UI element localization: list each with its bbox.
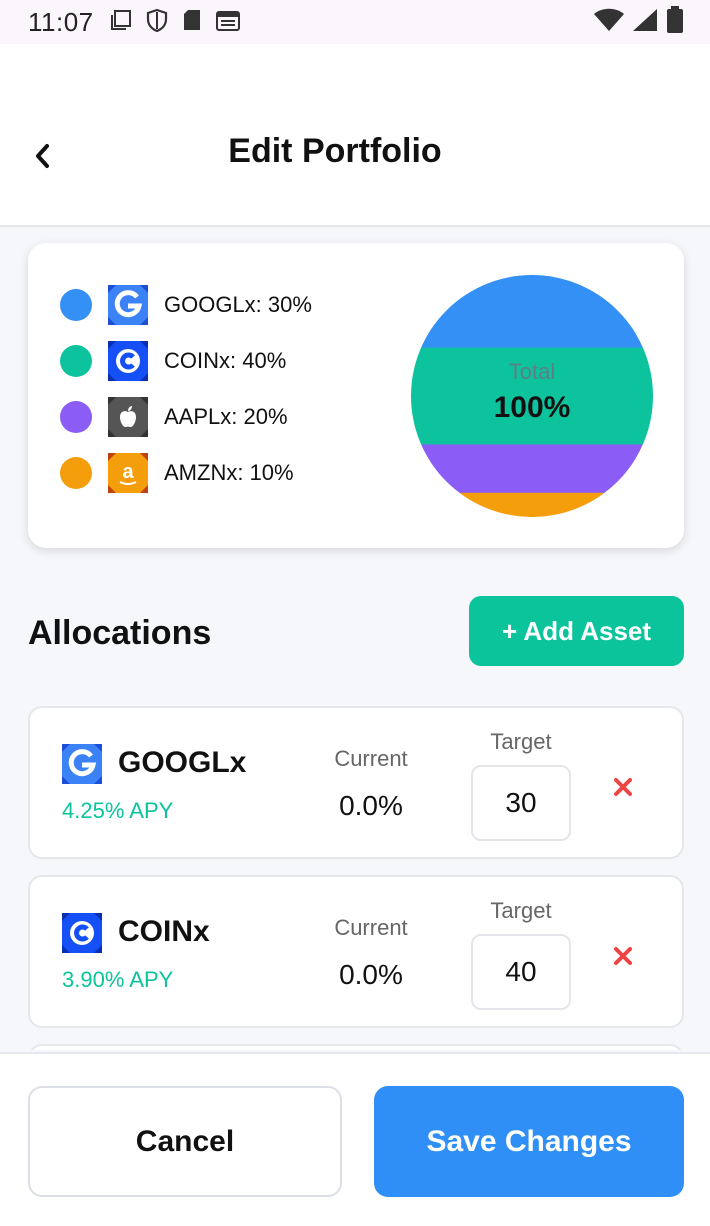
legend-dot: [60, 457, 92, 489]
screen-icon: [110, 9, 132, 36]
legend-dot: [60, 401, 92, 433]
asset-card-googlx: GOOGLx 4.25% APY Current 0.0% Target: [28, 706, 684, 859]
legend-item-googlx: GOOGLx: 30%: [60, 285, 312, 325]
page-title: Edit Portfolio: [228, 132, 442, 170]
signal-icon: [632, 8, 658, 37]
google-g-icon: [62, 744, 102, 784]
asset-card-partial: [28, 1044, 684, 1050]
allocation-pie-chart: Total 100%: [411, 275, 653, 517]
shield-icon: [146, 8, 168, 37]
current-value: 0.0%: [339, 790, 403, 821]
portfolio-summary-card: GOOGLx: 30% COINx: 40% AAPLx: 20% a AMZN…: [28, 243, 684, 548]
svg-text:a: a: [122, 461, 134, 483]
pie-center: Total 100%: [411, 275, 653, 517]
calendar-icon: [215, 9, 240, 36]
app-header: Edit Portfolio: [0, 44, 710, 227]
add-asset-button[interactable]: + Add Asset: [469, 596, 684, 666]
legend-dot: [60, 289, 92, 321]
asset-card-coinx: COINx 3.90% APY Current 0.0% Target: [28, 875, 684, 1028]
close-icon: [614, 947, 632, 965]
cancel-button[interactable]: Cancel: [28, 1086, 342, 1197]
status-time: 11:07: [28, 6, 94, 37]
asset-apy: 4.25% APY: [62, 798, 174, 823]
pie-total-label: Total: [508, 359, 556, 384]
target-input[interactable]: [471, 934, 571, 1010]
wifi-icon: [594, 8, 624, 37]
allocations-title: Allocations: [28, 614, 212, 652]
asset-name: GOOGLx: [118, 746, 247, 779]
legend-dot: [60, 345, 92, 377]
sim-card-icon: [182, 9, 202, 36]
current-label: Current: [334, 915, 408, 940]
allocation-legend: GOOGLx: 30% COINx: 40% AAPLx: 20% a AMZN…: [60, 285, 312, 509]
legend-item-coinx: COINx: 40%: [60, 341, 312, 381]
pie-total-value: 100%: [493, 391, 571, 424]
target-label: Target: [490, 729, 552, 754]
remove-asset-button[interactable]: [608, 772, 638, 802]
close-icon: [614, 778, 632, 796]
legend-label: GOOGLx: 30%: [164, 292, 312, 317]
legend-item-aaplx: AAPLx: 20%: [60, 397, 312, 437]
asset-apy: 3.90% APY: [62, 967, 174, 992]
amazon-a-icon: a: [108, 453, 148, 493]
asset-name: COINx: [118, 915, 210, 948]
bottom-action-bar: Cancel Save Changes: [0, 1052, 710, 1226]
coinbase-c-icon: [108, 341, 148, 381]
remove-asset-button[interactable]: [608, 941, 638, 971]
apple-icon: [108, 397, 148, 437]
legend-label: COINx: 40%: [164, 348, 287, 373]
legend-item-amznx: a AMZNx: 10%: [60, 453, 312, 493]
legend-label: AMZNx: 10%: [164, 460, 294, 485]
save-changes-button[interactable]: Save Changes: [374, 1086, 684, 1197]
status-bar: 11:07: [0, 0, 710, 44]
legend-label: AAPLx: 20%: [164, 404, 288, 429]
battery-icon: [666, 5, 684, 39]
current-label: Current: [334, 746, 408, 771]
current-value: 0.0%: [339, 959, 403, 990]
target-label: Target: [490, 898, 552, 923]
asset-list: GOOGLx 4.25% APY Current 0.0% Target COI…: [0, 706, 710, 1050]
target-input[interactable]: [471, 765, 571, 841]
google-g-icon: [108, 285, 148, 325]
coinbase-c-icon: [62, 913, 102, 953]
